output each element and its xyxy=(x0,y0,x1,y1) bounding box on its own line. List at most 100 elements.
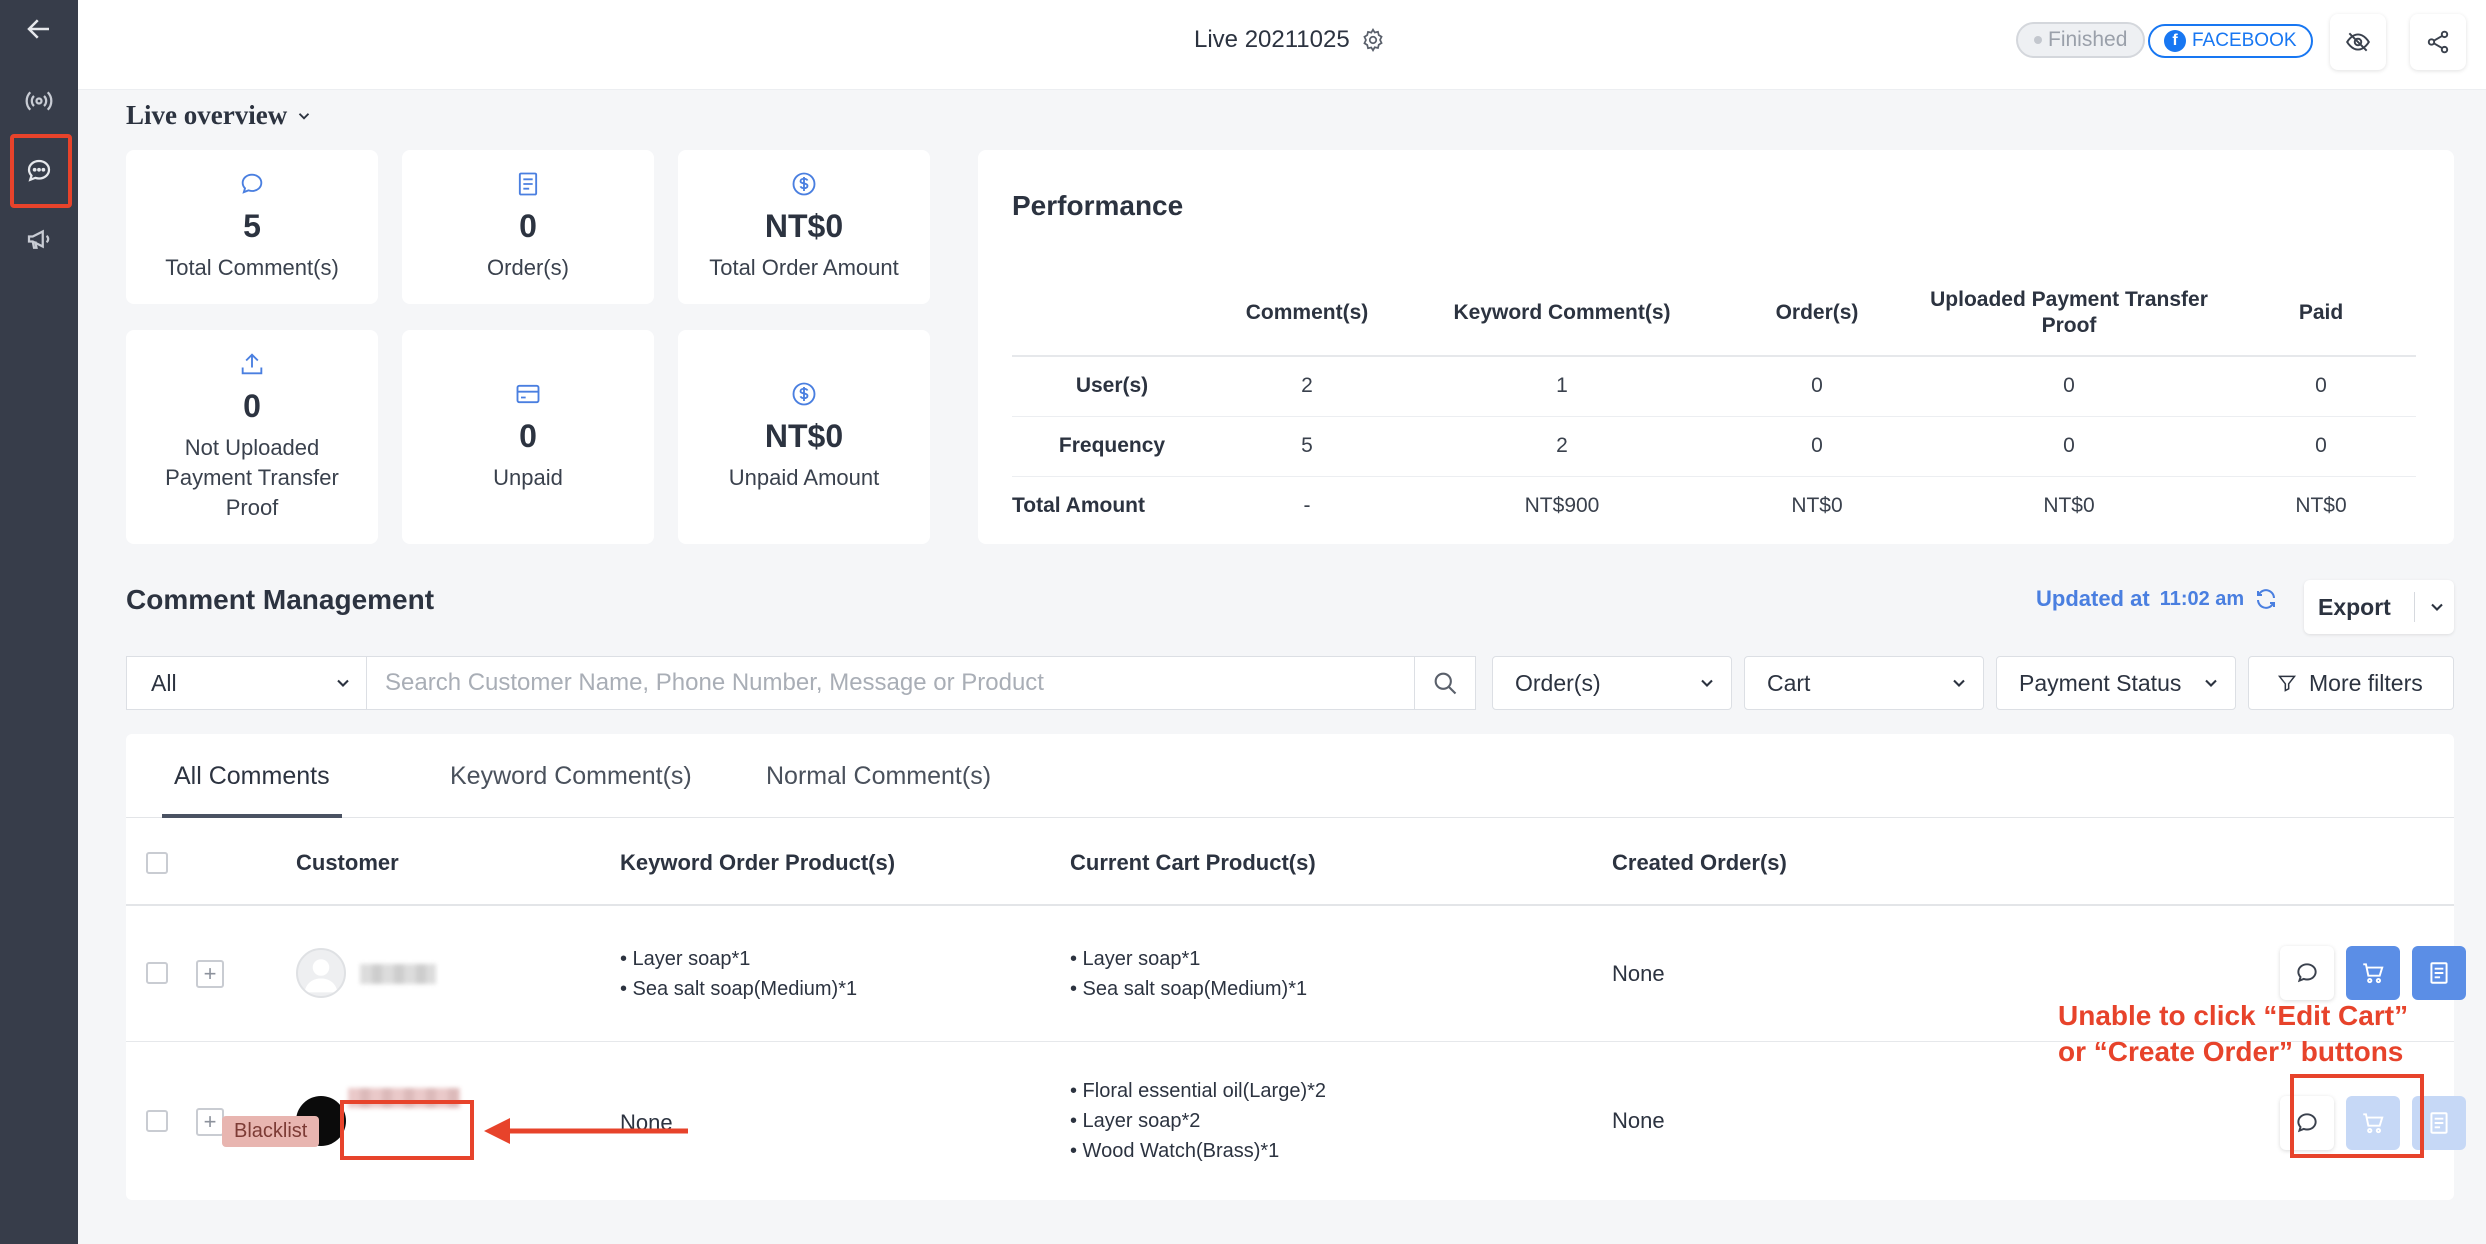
sidebar-item-live[interactable] xyxy=(10,72,68,130)
scope-select[interactable]: All xyxy=(126,656,368,710)
performance-table: Comment(s) Keyword Comment(s) Order(s) U… xyxy=(1012,270,2416,536)
cart-icon xyxy=(2363,963,2384,984)
edit-cart-button[interactable] xyxy=(2346,946,2400,1000)
back-button[interactable] xyxy=(10,0,68,58)
cart-filter-label: Cart xyxy=(1767,669,1811,696)
disabled-buttons-highlight-box xyxy=(2290,1074,2424,1158)
cart-products-cell: • Floral essential oil(Large)*2 • Layer … xyxy=(1070,1076,1326,1166)
performance-cell: 0 xyxy=(1912,416,2226,477)
upload-icon xyxy=(241,353,263,375)
row-checkbox[interactable] xyxy=(146,1110,168,1132)
card-value: 0 xyxy=(519,208,537,244)
refresh-icon xyxy=(2257,589,2276,609)
status-dot xyxy=(2034,36,2042,44)
card-value: 0 xyxy=(519,418,537,454)
comment-icon xyxy=(2297,963,2317,983)
search-input[interactable] xyxy=(366,656,1426,710)
card-label: Total Order Amount xyxy=(709,255,899,280)
col-header-customer: Customer xyxy=(296,850,399,875)
performance-row-label: Frequency xyxy=(1012,416,1212,477)
cart-filter[interactable]: Cart xyxy=(1744,656,1984,710)
blacklist-highlight-box xyxy=(340,1100,474,1160)
create-order-button[interactable] xyxy=(2412,946,2466,1000)
updated-label: Updated at xyxy=(2036,586,2150,611)
live-overview-toggle[interactable]: Live overview xyxy=(126,100,313,131)
created-orders-cell: None xyxy=(1612,961,1665,986)
card-not-uploaded-proof: 0 Not Uploaded Payment Transfer Proof xyxy=(126,330,378,544)
performance-row: Frequency 5 2 0 0 0 xyxy=(1012,416,2416,477)
performance-cell: NT$0 xyxy=(2043,494,2095,518)
reply-comment-button[interactable] xyxy=(2280,946,2334,1000)
tab-keyword-comments[interactable]: Keyword Comment(s) xyxy=(450,762,692,791)
sidebar-highlight-box xyxy=(10,134,72,208)
expand-row-button[interactable]: + xyxy=(196,1108,224,1136)
performance-cell: 1 xyxy=(1402,356,1722,417)
select-all-checkbox[interactable] xyxy=(146,852,168,874)
hide-button[interactable] xyxy=(2330,14,2386,70)
card-label: Unpaid Amount xyxy=(728,465,880,490)
product-item: • Floral essential oil(Large)*2 xyxy=(1070,1080,1327,1102)
performance-col-header: Keyword Comment(s) xyxy=(1402,270,1722,357)
status-label: Finished xyxy=(2048,28,2128,51)
chevron-down-icon xyxy=(1953,679,1965,687)
performance-cell: NT$0 xyxy=(1791,494,1843,518)
performance-cell: NT$0 xyxy=(2295,494,2347,518)
annotation-arrow-icon xyxy=(484,1118,688,1144)
order-icon xyxy=(2430,1112,2448,1134)
row-checkbox[interactable] xyxy=(146,962,168,984)
col-header-keyword-products: Keyword Order Product(s) xyxy=(620,850,896,875)
col-header-cart-products: Current Cart Product(s) xyxy=(1070,850,1316,875)
performance-cell: 5 xyxy=(1212,416,1402,477)
product-item: • Layer soap*1 xyxy=(1070,948,1201,970)
performance-header-row: Comment(s) Keyword Comment(s) Order(s) U… xyxy=(1012,270,2416,357)
expand-row-button[interactable]: + xyxy=(196,960,224,988)
live-title: Live 20211025 xyxy=(1194,26,1350,53)
card-total-order-amount: NT$0 Total Order Amount xyxy=(678,150,930,304)
comment-management-title: Comment Management xyxy=(126,584,435,615)
scope-value: All xyxy=(151,669,177,696)
col-header-created-orders: Created Order(s) xyxy=(1612,850,1787,875)
status-badge: Finished xyxy=(2016,22,2146,58)
keyword-products-cell: • Layer soap*1 • Sea salt soap(Medium)*1 xyxy=(620,944,857,1004)
tab-normal-comments[interactable]: Normal Comment(s) xyxy=(766,762,991,791)
search-button[interactable] xyxy=(1414,656,1476,710)
top-bar: Live 20211025 Finished f FACEBOOK xyxy=(78,0,2486,90)
comments-table-card: All Comments Keyword Comment(s) Normal C… xyxy=(126,734,2466,1200)
performance-cell: 0 xyxy=(1722,416,1912,477)
performance-cell: - xyxy=(1303,494,1311,518)
chevron-down-icon xyxy=(2205,679,2217,687)
gear-icon[interactable] xyxy=(1360,27,1386,53)
order-icon xyxy=(518,172,538,196)
performance-row-label: User(s) xyxy=(1012,356,1212,417)
product-item: • Sea salt soap(Medium)*1 xyxy=(620,978,858,1000)
performance-col-header: Order(s) xyxy=(1722,270,1912,357)
card-label: Total Comment(s) xyxy=(165,255,339,280)
product-item: • Layer soap*2 xyxy=(1070,1110,1201,1132)
annotation-line: Unable to click “Edit Cart” xyxy=(2058,1000,2409,1031)
orders-filter[interactable]: Order(s) xyxy=(1492,656,1732,710)
tab-all-comments[interactable]: All Comments xyxy=(174,762,330,791)
share-button[interactable] xyxy=(2410,14,2466,70)
customer-name-redacted xyxy=(360,964,436,984)
performance-cell: 2 xyxy=(1402,416,1722,477)
performance-panel: Performance Comment(s) Keyword Comment(s… xyxy=(978,150,2454,544)
platform-badge: f FACEBOOK xyxy=(2148,24,2313,58)
card-label: Order(s) xyxy=(487,255,569,280)
payment-status-filter[interactable]: Payment Status xyxy=(1996,656,2236,710)
performance-cell: NT$900 xyxy=(1524,494,1600,518)
broadcast-icon xyxy=(25,91,53,111)
facebook-icon: f xyxy=(2164,30,2186,52)
sidebar-item-marketing[interactable] xyxy=(10,210,68,268)
performance-col-header: Comment(s) xyxy=(1212,270,1402,357)
export-button[interactable]: Export xyxy=(2304,580,2454,634)
chevron-down-icon[interactable] xyxy=(2427,597,2447,617)
refresh-button[interactable]: Updated at 11:02 am xyxy=(2036,586,2278,612)
sidebar xyxy=(0,0,78,1244)
performance-cell: 2 xyxy=(1212,356,1402,417)
cart-products-cell: • Layer soap*1 • Sea salt soap(Medium)*1 xyxy=(1070,944,1307,1004)
more-filters-button[interactable]: More filters xyxy=(2248,656,2454,710)
chevron-down-icon xyxy=(299,112,310,120)
card-unpaid-amount: NT$0 Unpaid Amount xyxy=(678,330,930,544)
platform-label: FACEBOOK xyxy=(2192,30,2297,51)
order-icon xyxy=(2430,962,2448,984)
